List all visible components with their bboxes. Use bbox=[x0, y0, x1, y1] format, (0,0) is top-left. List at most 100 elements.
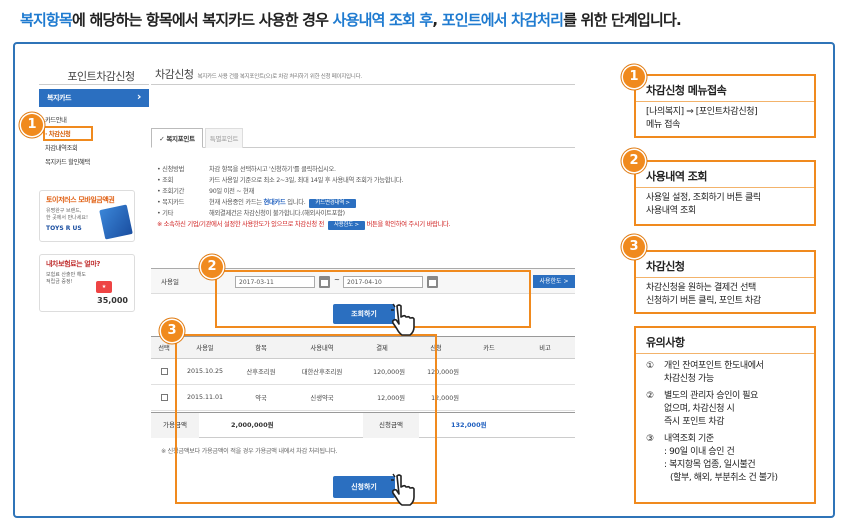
headline-keyword-deduct: 포인트에서 차감처리 bbox=[441, 11, 564, 29]
info-label: 복지카드 bbox=[157, 197, 209, 208]
warning-text: ※ 소속하신 기업/기관에서 설정한 사용한도가 있으므로 차감신청 전 bbox=[157, 221, 325, 228]
panel-title: 유의사항 bbox=[636, 328, 814, 354]
info-text: 차감 항목을 선택하시고 '신청하기'를 클릭하십시오. bbox=[209, 166, 336, 173]
panel-marker-3: 3 bbox=[623, 236, 645, 258]
note-line: 차감신청 가능 bbox=[664, 374, 714, 384]
info-row-inquiry: 조회카드 사용일 기준으로 최소 2~3일, 최대 14일 후 사용내역 조회가… bbox=[157, 175, 577, 186]
explain-panel-step1: 차감신청 메뉴접속 [나의복지] ⇒ [포인트차감신청] 메뉴 접속 bbox=[634, 74, 816, 138]
sidebar-divider bbox=[39, 84, 149, 85]
note-line: 별도의 관리자 승인이 필요 bbox=[664, 391, 759, 401]
highlight-box-step2 bbox=[215, 270, 531, 328]
row-checkbox-cell bbox=[151, 384, 177, 411]
usage-date-label: 사용일 bbox=[161, 278, 179, 286]
cell-card bbox=[463, 384, 515, 411]
hand-pointer-icon bbox=[391, 473, 415, 506]
panel-line: 사용일 설정, 조회하기 버튼 클릭 bbox=[646, 193, 761, 203]
panel-title: 차감신청 메뉴접속 bbox=[636, 76, 814, 102]
headline-text: 에 해당하는 항목에서 복지카드 사용한 경우 bbox=[72, 11, 333, 29]
explain-panel-step3: 차감신청 차감신청을 원하는 결제건 선택 신청하기 버튼 클릭, 포인트 차감 bbox=[634, 250, 816, 314]
info-label: 신청방법 bbox=[157, 164, 209, 175]
sidebar-item-card-discount[interactable]: 복지카드 할인혜택 bbox=[45, 156, 145, 170]
panel-body: ① 개인 잔여포인트 한도내에서 차감신청 가능 ② 별도의 관리자 승인이 필… bbox=[636, 354, 814, 489]
note-line: 없으며, 차감신청 시 bbox=[664, 404, 735, 414]
panel-line: 사용내역 조회 bbox=[646, 206, 696, 216]
info-text-suffix: 입니다. bbox=[287, 199, 306, 206]
tab-special-point[interactable]: 특별포인트 bbox=[205, 128, 243, 148]
cell-note bbox=[515, 358, 575, 385]
page-title-divider bbox=[151, 84, 575, 85]
warning-text-suffix: 버튼을 확인하여 주시기 바랍니다. bbox=[366, 221, 451, 228]
note-number: ③ bbox=[646, 434, 654, 444]
ad-banner-car-insurance[interactable]: 내차보험료는 얼마? 보험료 산출만 해도 적립금 증정! ★ 35,000 bbox=[39, 254, 135, 312]
panel-line: 메뉴 접속 bbox=[646, 120, 680, 130]
headline-keyword-welfare: 복지항목 bbox=[20, 11, 73, 29]
headline-keyword-history: 사용내역 조회 후 bbox=[332, 11, 434, 29]
step-marker-2: 2 bbox=[201, 256, 223, 278]
headline-end: 를 위한 단계입니다. bbox=[563, 11, 682, 29]
note-line: 내역조회 기준 bbox=[664, 434, 714, 444]
ad-title: 토이저러스 모바일금액권 bbox=[46, 196, 115, 204]
info-text: 해외결제건은 차감신청이 불가합니다.(해외사이트포함) bbox=[209, 210, 345, 217]
ad-desc-line1: 보험료 산출만 해도 bbox=[46, 272, 86, 278]
info-label: 조회 bbox=[157, 175, 209, 186]
panel-line: 차감신청을 원하는 결제건 선택 bbox=[646, 283, 756, 293]
panel-title: 사용내역 조회 bbox=[636, 162, 814, 188]
ad-title: 내차보험료는 얼마? bbox=[46, 260, 101, 268]
usage-limit-button[interactable]: 사용한도 > bbox=[328, 221, 365, 230]
panel-line: 신청하기 버튼 클릭, 포인트 차감 bbox=[646, 296, 761, 306]
panel-body: [나의복지] ⇒ [포인트차감신청] 메뉴 접속 bbox=[636, 102, 814, 136]
sidebar-section-welfare-card[interactable]: 복지카드 › bbox=[39, 89, 149, 107]
ad-banner-toysrus[interactable]: 토이저러스 모바일금액권 유명완구 브랜드, 한 곳에서 만나세요! TOYS … bbox=[39, 190, 135, 242]
usage-limit-button-right[interactable]: 사용한도 > bbox=[533, 275, 575, 288]
sidebar-item-deduction-history[interactable]: 차감내역조회 bbox=[45, 142, 145, 156]
info-row-etc: 기타해외결제건은 차감신청이 불가합니다.(해외사이트포함) bbox=[157, 208, 577, 219]
info-list: 신청방법차감 항목을 선택하시고 '신청하기'를 클릭하십시오. 조회카드 사용… bbox=[157, 164, 577, 231]
info-label: 조회기간 bbox=[157, 186, 209, 197]
ad-amount: 35,000 bbox=[97, 296, 128, 305]
explain-panel-notes: 유의사항 ① 개인 잔여포인트 한도내에서 차감신청 가능 ② 별도의 관리자 … bbox=[634, 326, 816, 504]
info-row-method: 신청방법차감 항목을 선택하시고 '신청하기'를 클릭하십시오. bbox=[157, 164, 577, 175]
step-marker-3: 3 bbox=[161, 320, 183, 342]
hand-pointer-icon bbox=[391, 303, 415, 336]
row-checkbox[interactable] bbox=[160, 367, 168, 375]
cell-note bbox=[515, 384, 575, 411]
cell-card bbox=[463, 358, 515, 385]
explain-panel-step2: 사용내역 조회 사용일 설정, 조회하기 버튼 클릭 사용내역 조회 bbox=[634, 160, 816, 226]
point-type-tabs: ✓ 복지포인트 특별포인트 bbox=[151, 128, 575, 148]
gift-card-image bbox=[99, 204, 133, 240]
row-checkbox[interactable] bbox=[160, 393, 168, 401]
note-item-2: ② 별도의 관리자 승인이 필요 없으며, 차감신청 시 즉시 포인트 차감 bbox=[646, 390, 804, 429]
info-row-period: 조회기간90일 이전 ~ 현재 bbox=[157, 186, 577, 197]
info-text: 현재 사용중인 카드는 bbox=[209, 199, 262, 206]
col-card: 카드 bbox=[463, 336, 515, 359]
page-title: 차감신청 복지카드 사용 건을 복지포인트(으)로 차감 처리하기 위한 신청 페… bbox=[155, 66, 362, 82]
page-subtitle: 복지카드 사용 건을 복지포인트(으)로 차감 처리하기 위한 신청 페이지입니… bbox=[197, 74, 362, 80]
chevron-right-icon: › bbox=[136, 90, 142, 103]
current-card-name: 현대카드 bbox=[263, 199, 286, 206]
page-headline: 복지항목에 해당하는 항목에서 복지카드 사용한 경우 사용내역 조회 후, 포… bbox=[20, 9, 682, 30]
info-label: 기타 bbox=[157, 208, 209, 219]
tab-label: 복지포인트 bbox=[166, 135, 195, 143]
ad-desc-line2: 적립금 증정! bbox=[46, 279, 73, 285]
info-text: 카드 사용일 기준으로 최소 2~3일, 최대 14일 후 사용내역 조회가 가… bbox=[209, 177, 404, 184]
tab-label: 특별포인트 bbox=[209, 135, 239, 143]
panel-body: 사용일 설정, 조회하기 버튼 클릭 사용내역 조회 bbox=[636, 188, 814, 222]
panel-line: [나의복지] ⇒ [포인트차감신청] bbox=[646, 107, 758, 117]
note-number: ① bbox=[646, 361, 654, 371]
note-line: : 복지항목 업종, 일시불건 bbox=[664, 460, 756, 470]
highlight-box-step1 bbox=[43, 126, 93, 141]
note-item-3: ③ 내역조회 기준 : 90일 이내 승인 건 : 복지항목 업종, 일시불건 … bbox=[646, 433, 804, 485]
panel-marker-1: 1 bbox=[623, 66, 645, 88]
note-line: (할부, 해외, 부분취소 건 불가) bbox=[670, 473, 778, 483]
page-title-text: 차감신청 bbox=[155, 68, 194, 81]
note-line: 개인 잔여포인트 한도내에서 bbox=[664, 361, 764, 371]
panel-title: 차감신청 bbox=[636, 252, 814, 278]
sidebar-title: 포인트차감신청 bbox=[67, 70, 135, 83]
limit-warning: ※ 소속하신 기업/기관에서 설정한 사용한도가 있으므로 차감신청 전 사용한도… bbox=[157, 219, 577, 231]
info-row-card: 복지카드현재 사용중인 카드는 현대카드 입니다.카드변경내역 > bbox=[157, 197, 577, 208]
card-change-history-button[interactable]: 카드변경내역 > bbox=[309, 199, 356, 208]
step-marker-1: 1 bbox=[21, 114, 43, 136]
note-line: : 90일 이내 승인 건 bbox=[664, 447, 735, 457]
tab-welfare-point[interactable]: ✓ 복지포인트 bbox=[151, 128, 203, 148]
col-note: 비고 bbox=[515, 336, 575, 359]
